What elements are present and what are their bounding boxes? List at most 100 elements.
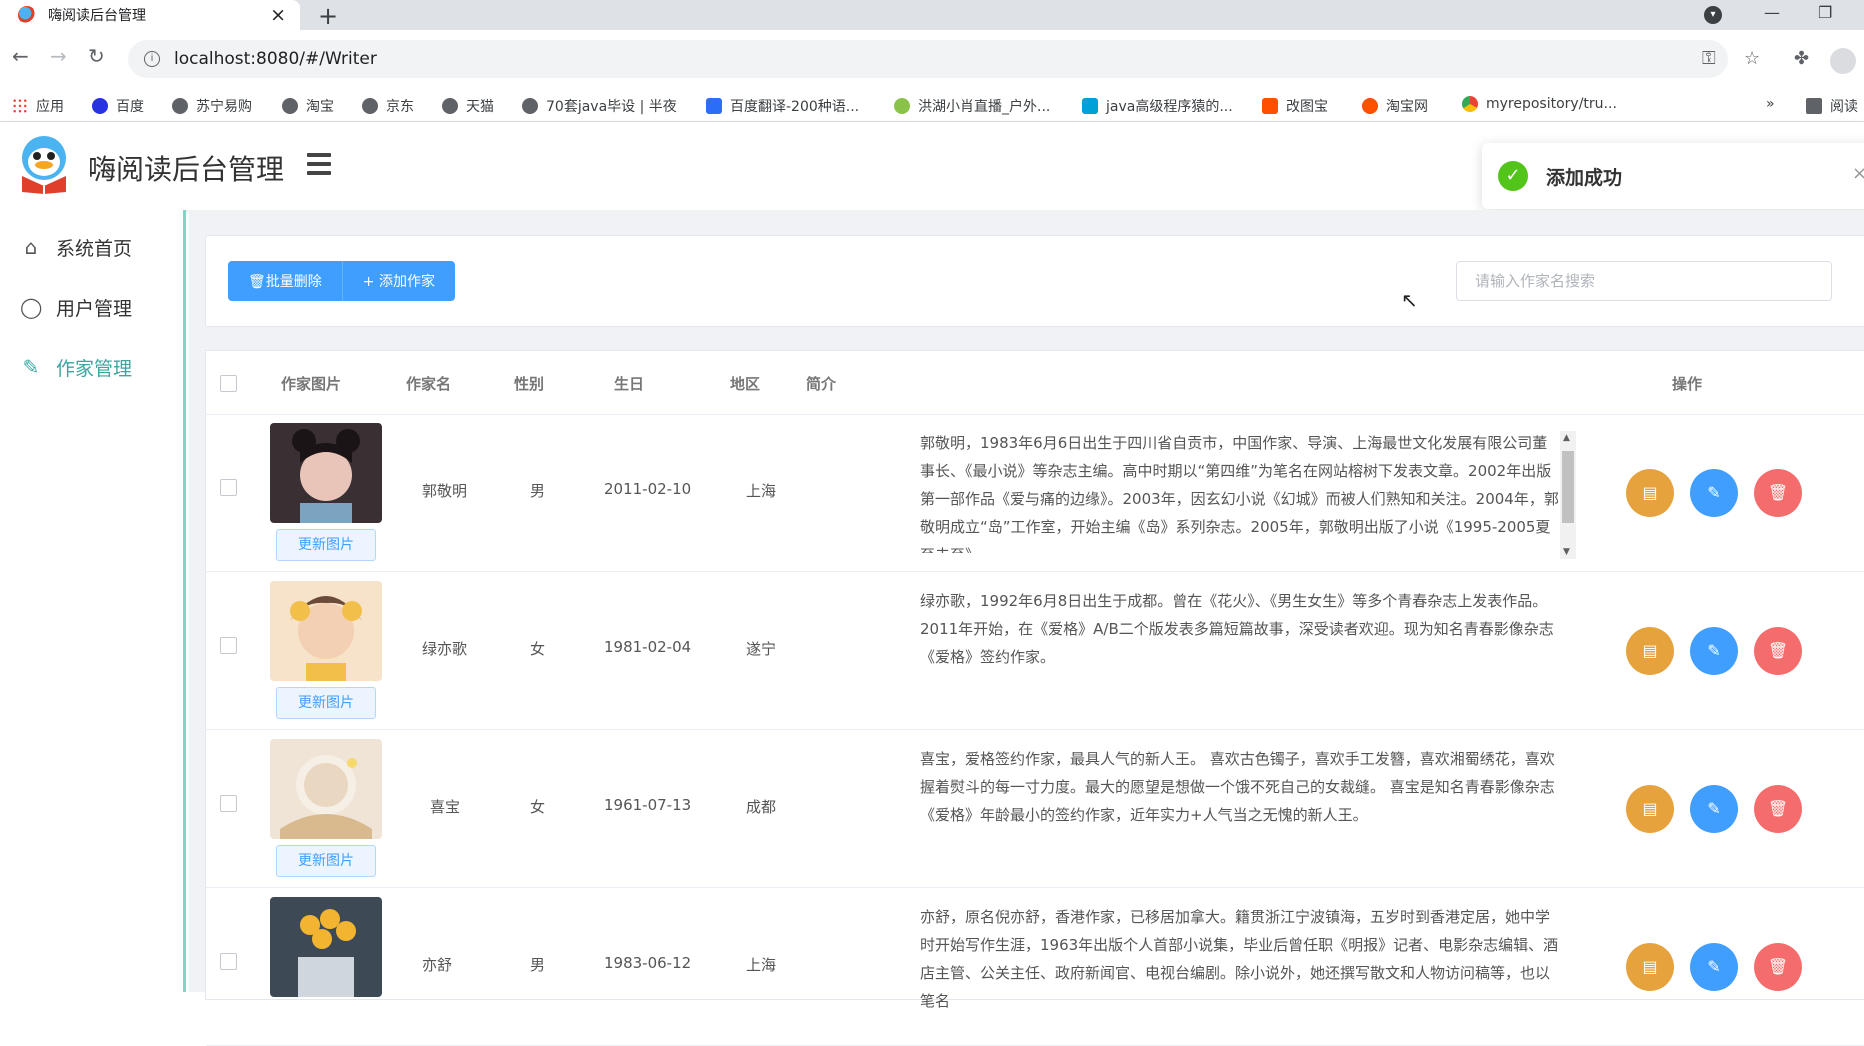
globe-icon <box>282 98 298 114</box>
success-toast: ✓ 添加成功 × <box>1482 143 1864 209</box>
intro-scrollbar[interactable]: ▲ ▼ <box>1560 431 1576 559</box>
profile-avatar-icon[interactable] <box>1830 48 1856 74</box>
reload-icon[interactable]: ↻ <box>88 44 105 68</box>
favicon-icon <box>18 6 36 24</box>
baidu-icon <box>92 98 108 114</box>
writer-photo <box>270 423 382 523</box>
translate-icon <box>706 98 722 114</box>
password-key-icon[interactable]: ⚿ <box>1702 48 1716 69</box>
bookmark-live[interactable]: 洪湖小肖直播_户外... <box>894 96 1050 116</box>
pen-icon: ✎ <box>22 355 40 379</box>
bookmark-star-icon[interactable]: ☆ <box>1744 48 1760 69</box>
view-details-button[interactable]: ▤ <box>1626 627 1674 675</box>
new-tab-button[interactable]: + <box>318 2 338 30</box>
bookmark-baidu[interactable]: 百度 <box>92 96 144 116</box>
bookmark-suning[interactable]: 苏宁易购 <box>172 96 252 116</box>
writer-photo <box>270 739 382 839</box>
delete-button[interactable]: 🗑 <box>1754 469 1802 517</box>
edit-button[interactable]: ✎ <box>1690 627 1738 675</box>
writer-search-input[interactable] <box>1456 261 1832 301</box>
sidebar-item-label: 用户管理 <box>56 297 133 320</box>
row-checkbox[interactable] <box>220 479 237 496</box>
address-bar-row: ← → ↻ i localhost:8080/#/Writer ⚿ ☆ ✤ <box>0 30 1864 88</box>
bookmark-bilibili[interactable]: java高级程序猿的... <box>1082 96 1233 116</box>
update-photo-button[interactable]: 更新图片 <box>276 687 376 719</box>
apps-grid-icon <box>12 98 28 114</box>
table-row: 更新图片 绿亦歌 女 1981-02-04 遂宁 绿亦歌，1992年6月8日出生… <box>206 573 1864 730</box>
writer-gender: 男 <box>530 482 546 500</box>
view-details-button[interactable]: ▤ <box>1626 785 1674 833</box>
sidebar-item-home[interactable]: ⌂ 系统首页 <box>0 222 183 272</box>
row-checkbox[interactable] <box>220 637 237 654</box>
omnibox[interactable]: i localhost:8080/#/Writer ⚿ <box>128 40 1728 78</box>
writer-birthday: 1981-02-04 <box>604 638 692 656</box>
bookmarks-bar: 应用 百度 苏宁易购 淘宝 京东 天猫 70套java毕设 | 半夜 百度翻译-… <box>0 88 1864 122</box>
row-checkbox[interactable] <box>220 795 237 812</box>
tab-close-icon[interactable]: × <box>270 4 286 26</box>
toast-message: 添加成功 <box>1546 166 1623 189</box>
hamburger-menu-icon[interactable] <box>307 153 331 175</box>
view-details-button[interactable]: ▤ <box>1626 943 1674 991</box>
writer-gender: 女 <box>530 798 546 816</box>
update-photo-button[interactable]: 更新图片 <box>276 845 376 877</box>
writer-region: 遂宁 <box>746 640 777 658</box>
col-header-photo: 作家图片 <box>281 375 342 393</box>
delete-button[interactable]: 🗑 <box>1754 943 1802 991</box>
leaf-icon <box>894 98 910 114</box>
bookmark-baidu-translate[interactable]: 百度翻译-200种语... <box>706 96 859 116</box>
bookmarks-overflow[interactable]: » <box>1766 96 1775 112</box>
table-row: 更新图片 喜宝 女 1961-07-13 成都 喜宝，爱格签约作家，最具人气的新… <box>206 731 1864 888</box>
writer-name: 亦舒 <box>422 956 453 974</box>
bookmark-github-repo[interactable]: myrepository/tru... <box>1462 96 1617 112</box>
tab-search-icon[interactable]: ▾ <box>1704 6 1722 24</box>
minimize-icon[interactable]: — <box>1764 3 1780 22</box>
update-photo-button[interactable]: 更新图片 <box>276 529 376 561</box>
home-icon: ⌂ <box>24 235 38 259</box>
writer-intro: 绿亦歌，1992年6月8日出生于成都。曾在《花火》、《男生女生》等多个青春杂志上… <box>920 592 1554 666</box>
select-all-checkbox[interactable] <box>220 375 237 392</box>
edit-button[interactable]: ✎ <box>1690 785 1738 833</box>
writer-intro: 喜宝，爱格签约作家，最具人气的新人王。 喜欢古色镯子，喜欢手工发簪，喜欢湘蜀绣花… <box>920 750 1555 824</box>
writer-region: 上海 <box>746 482 777 500</box>
browser-tab[interactable]: 嗨阅读后台管理 × <box>0 0 300 30</box>
delete-button[interactable]: 🗑 <box>1754 627 1802 675</box>
edit-button[interactable]: ✎ <box>1690 943 1738 991</box>
add-writer-button[interactable]: + 添加作家 <box>342 261 455 301</box>
writers-table: 作家图片 作家名 性别 生日 地区 简介 操作 更新图片 郭敬明 男 2011-… <box>205 350 1864 1046</box>
row-checkbox[interactable] <box>220 953 237 970</box>
url-text[interactable]: localhost:8080/#/Writer <box>174 49 377 69</box>
col-header-region: 地区 <box>730 375 761 393</box>
site-info-icon[interactable]: i <box>144 51 160 67</box>
view-details-button[interactable]: ▤ <box>1626 469 1674 517</box>
writer-photo <box>270 897 382 997</box>
bookmark-taobao[interactable]: 淘宝 <box>282 96 334 116</box>
table-header: 作家图片 作家名 性别 生日 地区 简介 操作 <box>206 351 1864 415</box>
writer-photo <box>270 581 382 681</box>
restore-icon[interactable]: ❐ <box>1818 3 1832 22</box>
batch-delete-button[interactable]: 🗑批量删除 <box>228 261 343 301</box>
chrome-icon <box>1462 96 1478 112</box>
writer-gender: 男 <box>530 956 546 974</box>
reading-list[interactable]: 阅读 <box>1806 96 1858 116</box>
col-header-actions: 操作 <box>1672 375 1703 393</box>
bookmark-jd[interactable]: 京东 <box>362 96 414 116</box>
check-circle-icon: ✓ <box>1498 161 1528 191</box>
bookmark-apps[interactable]: 应用 <box>12 96 64 116</box>
forward-icon[interactable]: → <box>50 44 67 68</box>
bookmark-taobao-net[interactable]: 淘宝网 <box>1362 96 1428 116</box>
extensions-icon[interactable]: ✤ <box>1794 48 1809 69</box>
bookmark-tmall[interactable]: 天猫 <box>442 96 494 116</box>
sidebar-item-writers[interactable]: ✎ 作家管理 <box>0 342 183 392</box>
toast-close-icon[interactable]: × <box>1852 163 1864 184</box>
bookmark-gaitubao[interactable]: 改图宝 <box>1262 96 1328 116</box>
edit-button[interactable]: ✎ <box>1690 469 1738 517</box>
back-icon[interactable]: ← <box>12 44 29 68</box>
writer-name: 喜宝 <box>430 798 461 816</box>
bookmark-java-projects[interactable]: 70套java毕设 | 半夜 <box>522 96 677 116</box>
delete-button[interactable]: 🗑 <box>1754 785 1802 833</box>
writer-intro: 郭敬明，1983年6月6日出生于四川省自贡市，中国作家、导演、上海最世文化发展有… <box>920 434 1559 553</box>
sidebar-item-users[interactable]: ◯ 用户管理 <box>0 282 183 332</box>
writer-birthday: 1961-07-13 <box>604 796 692 814</box>
writer-birthday: 2011-02-10 <box>604 480 692 498</box>
table-row: 更新图片 郭敬明 男 2011-02-10 上海 郭敬明，1983年6月6日出生… <box>206 415 1864 572</box>
